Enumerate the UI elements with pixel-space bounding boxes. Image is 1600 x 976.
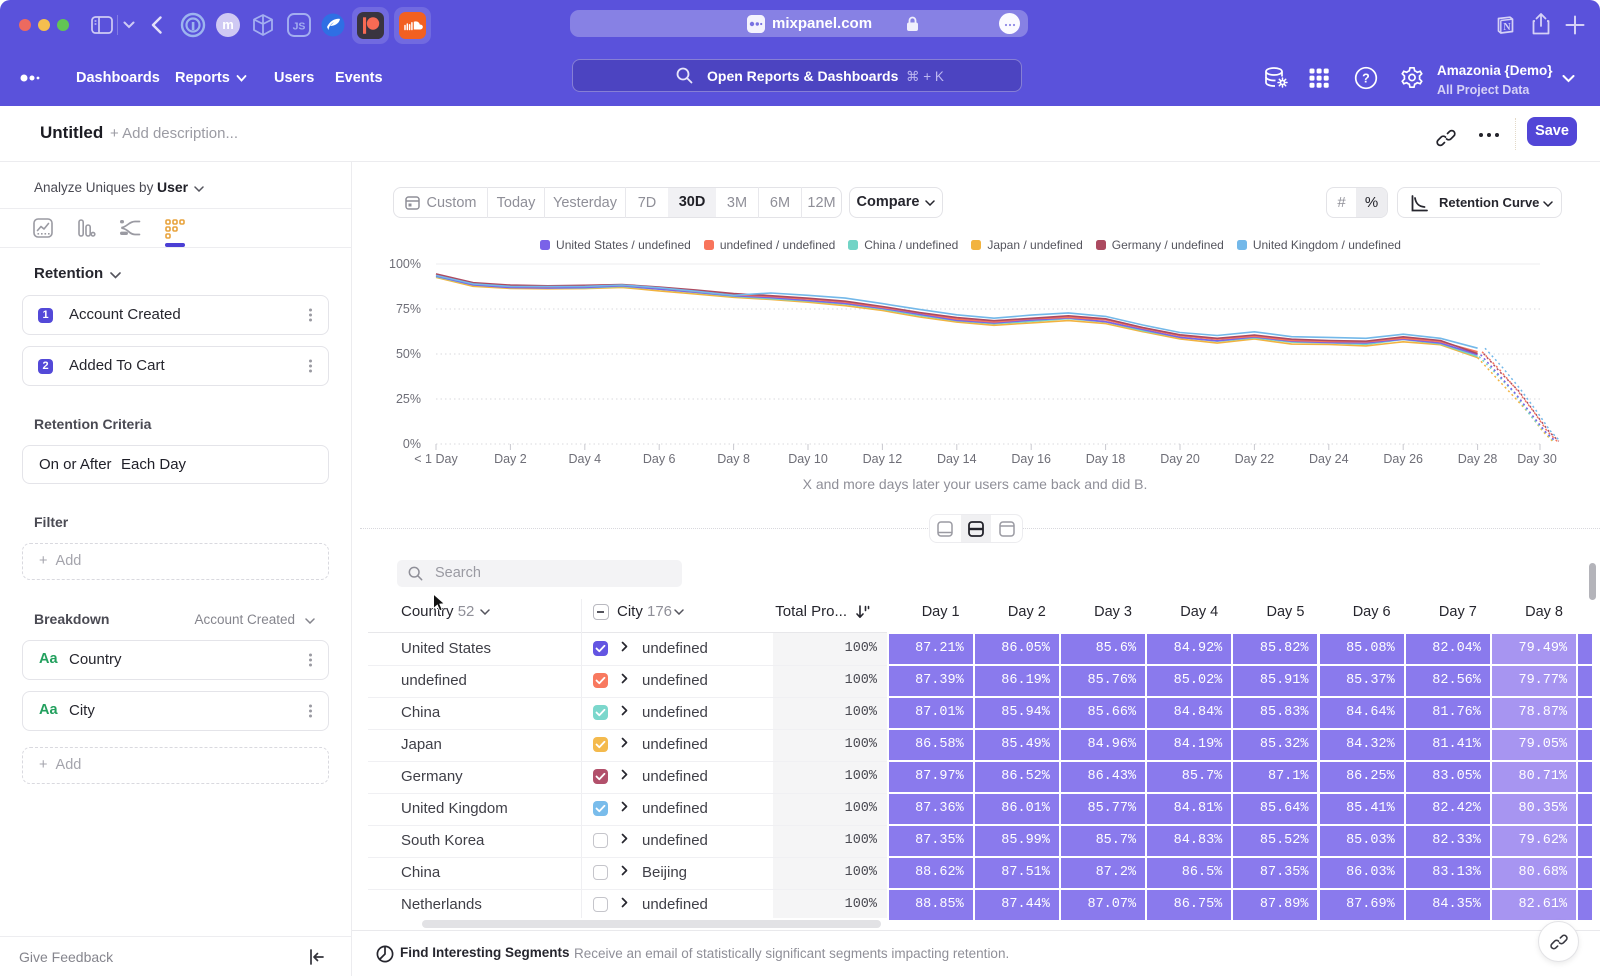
svg-text:50%: 50%: [396, 347, 421, 361]
svg-text:Day 2: Day 2: [494, 452, 527, 466]
svg-text:Day 10: Day 10: [788, 452, 828, 466]
svg-text:JS: JS: [293, 21, 306, 33]
svg-text:N: N: [1503, 22, 1511, 33]
svg-text:Day 16: Day 16: [1011, 452, 1051, 466]
svg-text:Day 8: Day 8: [717, 452, 750, 466]
svg-text:?: ?: [1362, 72, 1370, 86]
svg-text:Day 12: Day 12: [863, 452, 903, 466]
svg-text:Day 26: Day 26: [1383, 452, 1423, 466]
svg-text:25%: 25%: [396, 392, 421, 406]
svg-text:Day 28: Day 28: [1458, 452, 1498, 466]
svg-text:< 1 Day: < 1 Day: [414, 452, 458, 466]
svg-text:100%: 100%: [389, 257, 421, 271]
svg-text:Day 30: Day 30: [1517, 452, 1557, 466]
svg-text:Day 18: Day 18: [1086, 452, 1126, 466]
svg-text:Day 24: Day 24: [1309, 452, 1349, 466]
svg-text:Day 4: Day 4: [568, 452, 601, 466]
svg-text:Day 22: Day 22: [1235, 452, 1275, 466]
svg-text:0%: 0%: [403, 437, 421, 451]
svg-text:Day 20: Day 20: [1160, 452, 1200, 466]
svg-text:Day 6: Day 6: [643, 452, 676, 466]
svg-text:Day 14: Day 14: [937, 452, 977, 466]
svg-text:75%: 75%: [396, 302, 421, 316]
